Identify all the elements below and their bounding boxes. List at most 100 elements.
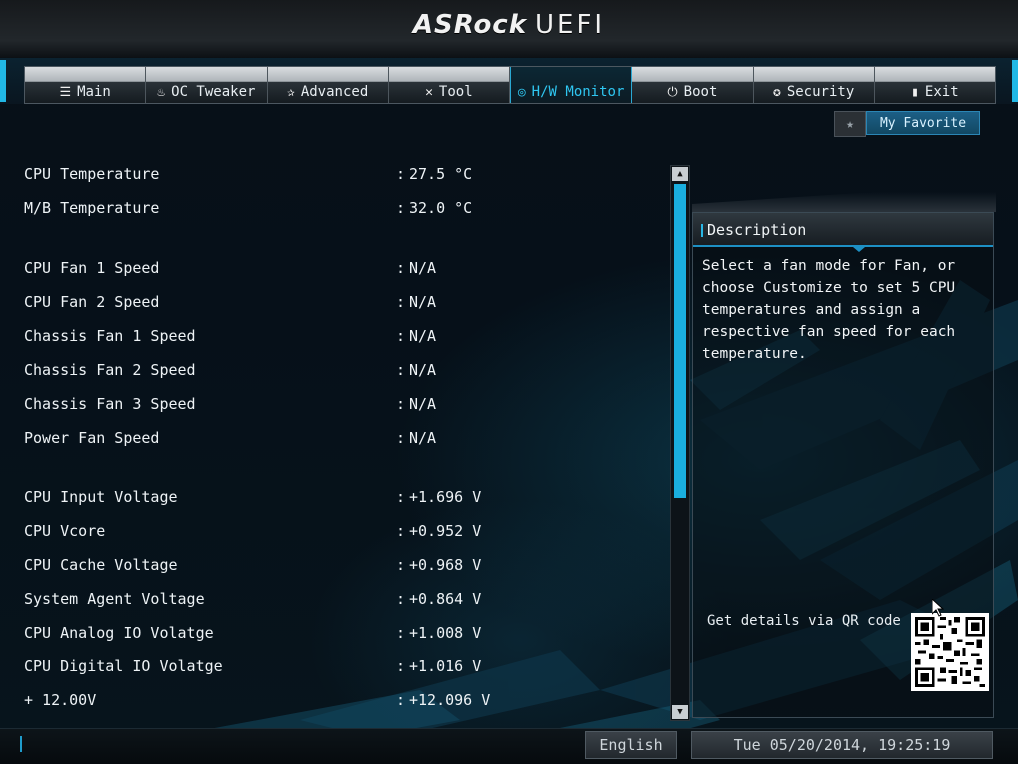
tab-exit[interactable]: ▮ Exit (875, 67, 995, 103)
monitor-icon: ◎ (517, 85, 526, 100)
favorite-star-icon[interactable]: ★ (834, 111, 866, 137)
item-value: +0.968 V (409, 556, 482, 574)
item-label: CPU Cache Voltage (24, 556, 178, 574)
scrollbar-thumb[interactable] (674, 184, 686, 498)
tab-security[interactable]: ✪ Security (754, 67, 875, 103)
item-separator: : (396, 657, 406, 675)
item-label: CPU Analog IO Volatge (24, 624, 214, 642)
item-value: +1.696 V (409, 488, 482, 506)
tab-tool[interactable]: ✕ Tool (389, 67, 510, 103)
item-value: N/A (409, 259, 437, 277)
list-item[interactable]: M/B Temperature:32.0 °C (24, 196, 664, 220)
list-item[interactable]: CPU Fan 1 Speed: N/A (24, 256, 664, 280)
item-separator: : (396, 522, 406, 540)
item-value: +0.864 V (409, 590, 482, 608)
item-separator: : (396, 165, 406, 183)
item-value: N/A (409, 361, 437, 379)
item-value: N/A (409, 327, 437, 345)
list-item[interactable]: Chassis Fan 3 Speed: N/A (24, 392, 664, 416)
scrollbar[interactable]: ▲ ▼ (670, 165, 690, 721)
item-separator: : (396, 624, 406, 642)
flame-icon: ♨ (157, 85, 166, 100)
list-item[interactable]: CPU Cache Voltage: +0.968 V (24, 553, 664, 577)
datetime-display: Tue 05/20/2014, 19:25:19 (691, 731, 993, 759)
item-label: CPU Fan 2 Speed (24, 293, 160, 311)
tab-label: Boot (683, 84, 718, 100)
footer-accent (20, 736, 22, 752)
list-item[interactable]: CPU Input Voltage: +1.696 V (24, 485, 664, 509)
list-item[interactable]: CPU Vcore: +0.952 V (24, 519, 664, 543)
tab-hw-monitor[interactable]: ◎ H/W Monitor (510, 67, 633, 103)
language-button[interactable]: English (585, 731, 677, 759)
item-label: CPU Digital IO Volatge (24, 657, 223, 675)
list-item[interactable]: Chassis Fan 1 Speed: N/A (24, 324, 664, 348)
item-label: Chassis Fan 3 Speed (24, 395, 196, 413)
tab-label: H/W Monitor (531, 84, 625, 100)
tab-main[interactable]: ☰ Main (25, 67, 147, 103)
main-nav: ☰ Main ♨ OC Tweaker ✰ Advanced ✕ Tool ◎ H/W Monit… (24, 66, 996, 104)
item-value: +1.016 V (409, 657, 482, 675)
item-separator: : (396, 259, 406, 277)
list-item[interactable]: Power Fan Speed: N/A (24, 426, 664, 450)
tab-label: Advanced (300, 84, 369, 100)
list-item[interactable]: CPU Fan 2 Speed: N/A (24, 290, 664, 314)
item-label: System Agent Voltage (24, 590, 205, 608)
item-label: M/B Temperature (24, 199, 160, 217)
list-item[interactable]: System Agent Voltage: +0.864 V (24, 587, 664, 611)
list-item[interactable]: CPU Analog IO Volatge: +1.008 V (24, 621, 664, 645)
tab-oc-tweaker[interactable]: ♨ OC Tweaker (146, 67, 268, 103)
list-item[interactable]: + 12.00V: +12.096 V (24, 688, 664, 712)
list-item[interactable]: CPU Digital IO Volatge: +1.016 V (24, 654, 664, 678)
exit-door-icon: ▮ (911, 85, 919, 100)
brand-logo: ASRock UEFI (412, 10, 606, 40)
item-value: N/A (409, 293, 437, 311)
item-separator: : (396, 488, 406, 506)
item-separator: : (396, 395, 406, 413)
scroll-up-icon[interactable]: ▲ (672, 167, 688, 181)
shield-icon: ✪ (772, 85, 781, 100)
item-value: N/A (409, 429, 437, 447)
item-value: +1.008 V (409, 624, 482, 642)
item-label: Chassis Fan 1 Speed (24, 327, 196, 345)
item-label: CPU Temperature (24, 165, 160, 183)
tab-label: Tool (438, 84, 473, 100)
star-icon: ✰ (286, 85, 295, 100)
list-item[interactable]: Chassis Fan 2 Speed: N/A (24, 358, 664, 382)
item-separator: : (396, 429, 406, 447)
tab-label: Main (77, 84, 111, 100)
item-separator: : (396, 293, 406, 311)
item-separator: : (396, 556, 406, 574)
item-separator: : (396, 691, 406, 709)
my-favorite-button[interactable]: My Favorite (866, 111, 980, 135)
item-label: Power Fan Speed (24, 429, 160, 447)
description-text: Select a fan mode for Fan, or choose Cus… (702, 258, 956, 362)
tab-label: Exit (924, 84, 959, 100)
item-label: CPU Vcore (24, 522, 106, 540)
tab-label: OC Tweaker (171, 84, 256, 100)
item-value: +12.096 V (409, 691, 491, 709)
scroll-down-icon[interactable]: ▼ (672, 705, 688, 719)
item-value: N/A (409, 395, 437, 413)
qr-code-icon (911, 613, 989, 691)
list-item[interactable]: CPU Temperature:27.5 °C (24, 162, 664, 186)
item-label: CPU Input Voltage (24, 488, 178, 506)
header-bar: ASRock UEFI (0, 0, 1018, 59)
item-separator: : (396, 199, 406, 217)
description-title: Description (693, 213, 993, 252)
item-label: + 12.00V (24, 691, 97, 709)
qr-label: Get details via QR code (707, 613, 901, 629)
item-value: 32.0 °C (409, 199, 473, 217)
tab-boot[interactable]: ⏻ Boot (632, 67, 754, 103)
mouse-cursor-icon (932, 599, 944, 617)
item-separator: : (396, 327, 406, 345)
item-label: CPU Fan 1 Speed (24, 259, 160, 277)
item-label: Chassis Fan 2 Speed (24, 361, 196, 379)
item-separator: : (396, 361, 406, 379)
item-separator: : (396, 590, 406, 608)
list-icon: ☰ (59, 85, 72, 100)
item-value: 27.5 °C (409, 165, 473, 183)
item-value: +0.952 V (409, 522, 482, 540)
wrench-icon: ✕ (425, 85, 433, 100)
tab-label: Security (786, 84, 855, 100)
tab-advanced[interactable]: ✰ Advanced (268, 67, 389, 103)
